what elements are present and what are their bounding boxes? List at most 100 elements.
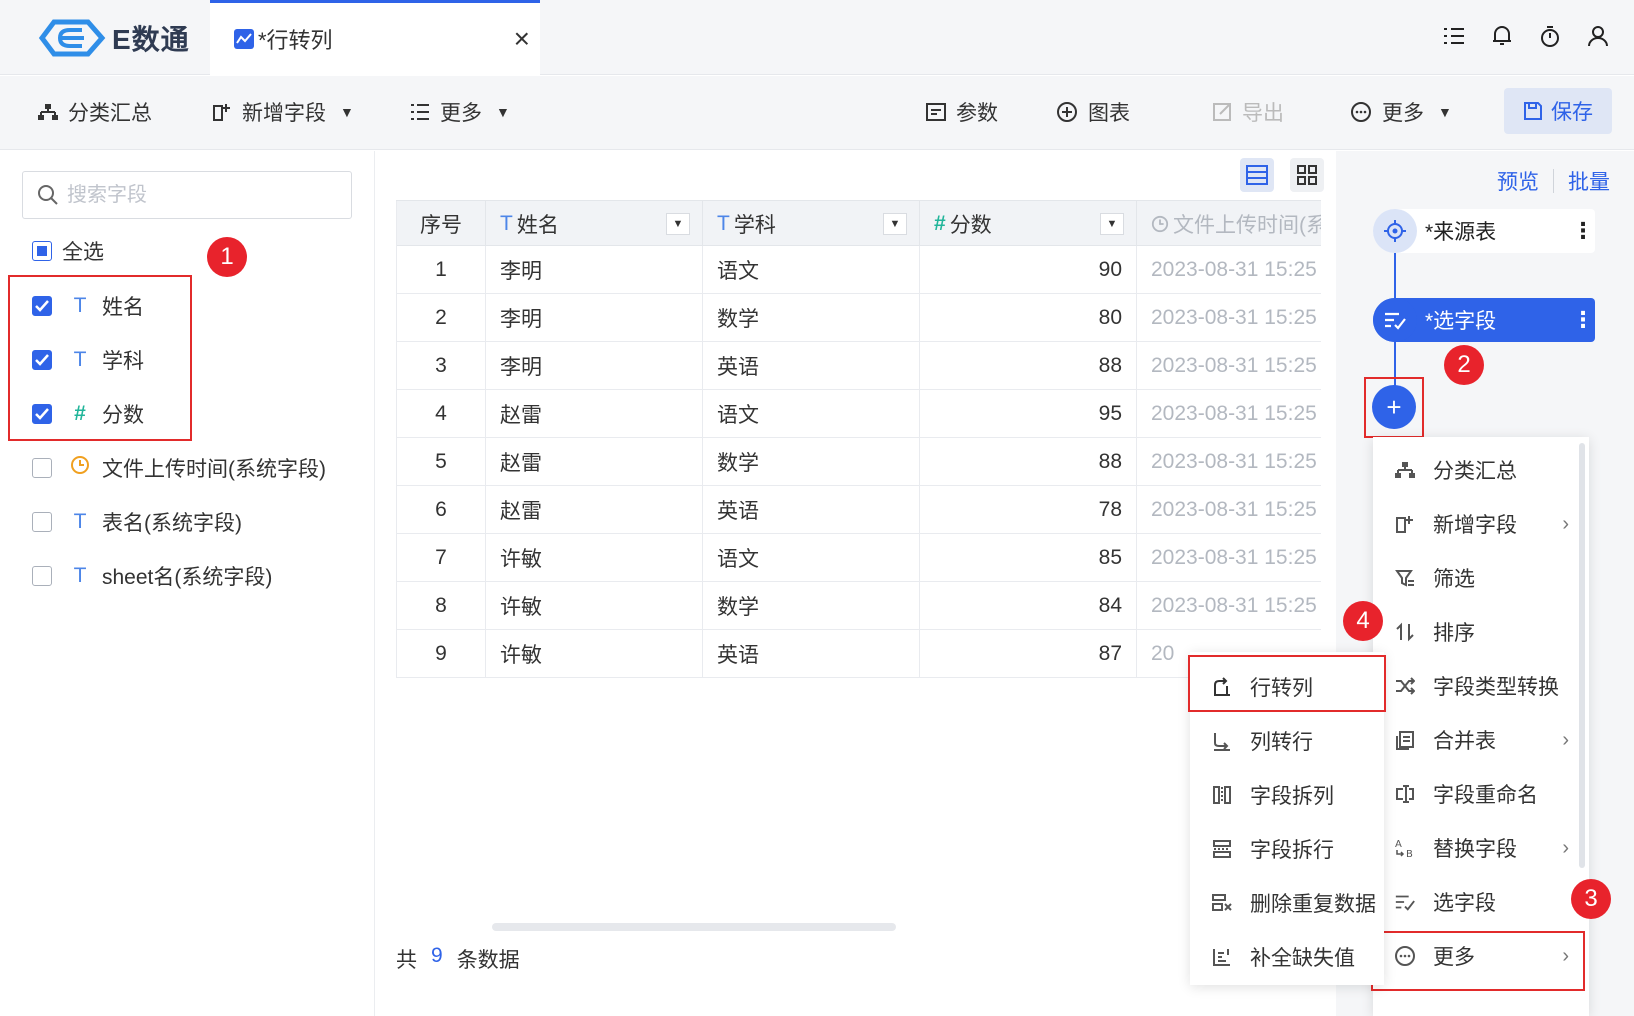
select-all-row[interactable]: 全选 xyxy=(32,235,104,267)
header-score[interactable]: # 分数 ▼ xyxy=(920,201,1137,247)
submenu-item-fill-missing[interactable]: 补全缺失值 xyxy=(1190,930,1384,984)
cell-name: 许敏 xyxy=(486,534,703,581)
header-subject[interactable]: T 学科 ▼ xyxy=(703,201,920,247)
tab-active[interactable]: *行转列 × xyxy=(210,0,540,75)
caret-down-icon: ▼ xyxy=(496,104,510,120)
search-input[interactable] xyxy=(67,183,327,207)
group-icon xyxy=(38,104,58,120)
menu-item-add-field[interactable]: 新增字段 › xyxy=(1373,497,1589,551)
select-all-checkbox[interactable] xyxy=(32,241,52,261)
horizontal-scrollbar[interactable] xyxy=(492,923,896,931)
save-button[interactable]: 保存 xyxy=(1504,88,1612,134)
field-checkbox[interactable] xyxy=(32,566,52,586)
field-search[interactable] xyxy=(22,171,352,219)
tab-close-icon[interactable]: × xyxy=(514,25,530,53)
table-header: 序号 T 姓名 ▼ T 学科 ▼ # 分数 ▼ 文件上传时间(系 xyxy=(396,200,1321,247)
menu-item-label: 替换字段 xyxy=(1433,838,1517,861)
submenu-item-split-col[interactable]: 字段拆列 xyxy=(1190,768,1384,822)
table-view-toggle[interactable] xyxy=(1240,158,1274,192)
table-row[interactable]: 4 赵雷 语文 95 2023-08-31 15:25 xyxy=(396,390,1321,438)
cell-score: 88 xyxy=(920,438,1137,485)
cell-time: 2023-08-31 15:25 xyxy=(1151,401,1317,425)
group-summary-button[interactable]: 分类汇总 xyxy=(38,90,152,134)
cell-score: 90 xyxy=(920,246,1137,293)
field-checkbox[interactable] xyxy=(32,512,52,532)
chevron-right-icon: › xyxy=(1562,836,1569,859)
field-item[interactable]: T sheet名(系统字段) xyxy=(32,560,272,592)
table-row[interactable]: 3 李明 英语 88 2023-08-31 15:25 xyxy=(396,342,1321,390)
export-button[interactable]: 导出 xyxy=(1212,90,1284,134)
col-to-row-icon xyxy=(1208,727,1236,755)
bell-icon[interactable] xyxy=(1490,22,1514,50)
cell-score: 87 xyxy=(920,630,1137,677)
menu-item-filter[interactable]: 筛选 xyxy=(1373,551,1589,605)
submenu-item-split-row[interactable]: 字段拆行 xyxy=(1190,822,1384,876)
kebab-menu-icon[interactable]: ⋮ xyxy=(1571,218,1595,244)
text-type-icon: T xyxy=(500,212,513,235)
table-row[interactable]: 1 李明 语文 90 2023-08-31 15:25 xyxy=(396,246,1321,294)
cell-name: 赵雷 xyxy=(486,438,703,485)
more-left-button[interactable]: 更多 ▼ xyxy=(410,90,510,134)
source-table-node[interactable]: *来源表 ⋮ xyxy=(1373,209,1595,253)
toolbar: 分类汇总 新增字段 ▼ 更多 ▼ 参数 图表 导出 更多 ▼ 保存 xyxy=(0,76,1634,150)
table-row[interactable]: 2 李明 数学 80 2023-08-31 15:25 xyxy=(396,294,1321,342)
kebab-menu-icon[interactable]: ⋮ xyxy=(1571,307,1595,333)
table-row[interactable]: 5 赵雷 数学 88 2023-08-31 15:25 xyxy=(396,438,1321,486)
cell-name: 赵雷 xyxy=(486,486,703,533)
menu-item-label: 选字段 xyxy=(1433,892,1496,915)
header-name-label: 姓名 xyxy=(516,214,559,237)
add-field-button[interactable]: 新增字段 ▼ xyxy=(212,90,354,134)
more-right-button[interactable]: 更多 ▼ xyxy=(1350,90,1452,134)
header-time[interactable]: 文件上传时间(系 xyxy=(1137,201,1321,247)
convert-icon xyxy=(1391,672,1419,700)
chart-tab-icon xyxy=(234,29,254,49)
menu-item-label: 新增字段 xyxy=(1433,514,1517,537)
menu-item-label: 合并表 xyxy=(1433,730,1496,753)
menu-item-select-field[interactable]: 选字段 xyxy=(1373,875,1589,929)
params-button[interactable]: 参数 xyxy=(926,90,998,134)
field-item[interactable]: 文件上传时间(系统字段) xyxy=(32,452,326,484)
field-item[interactable]: T 表名(系统字段) xyxy=(32,506,242,538)
clock-icon xyxy=(1151,215,1169,233)
menu-item-type-convert[interactable]: 字段类型转换 xyxy=(1373,659,1589,713)
grid-view-toggle[interactable] xyxy=(1290,158,1324,192)
submenu-item-dedupe[interactable]: 删除重复数据 xyxy=(1190,876,1384,930)
table-row[interactable]: 9 许敏 英语 87 20 xyxy=(396,630,1321,678)
column-dropdown-icon[interactable]: ▼ xyxy=(883,213,907,235)
field-name: sheet名(系统字段) xyxy=(102,566,273,589)
menu-item-group-summary[interactable]: 分类汇总 xyxy=(1373,443,1589,497)
preview-link[interactable]: 预览 xyxy=(1497,166,1539,196)
batch-link[interactable]: 批量 xyxy=(1568,166,1610,196)
table-row[interactable]: 6 赵雷 英语 78 2023-08-31 15:25 xyxy=(396,486,1321,534)
menu-item-rename[interactable]: 字段重命名 xyxy=(1373,767,1589,821)
cell-name: 许敏 xyxy=(486,630,703,677)
highlight-box-plus xyxy=(1364,377,1424,438)
menu-item-replace[interactable]: AB 替换字段 › xyxy=(1373,821,1589,875)
submenu-item-col-to-row[interactable]: 列转行 xyxy=(1190,714,1384,768)
table-row[interactable]: 7 许敏 语文 85 2023-08-31 15:25 xyxy=(396,534,1321,582)
menu-item-merge[interactable]: 合并表 › xyxy=(1373,713,1589,767)
menu-item-sort[interactable]: 排序 xyxy=(1373,605,1589,659)
annotation-badge-3: 3 xyxy=(1571,879,1611,919)
cell-subject: 数学 xyxy=(703,294,920,341)
menu-item-label: 筛选 xyxy=(1433,568,1475,591)
svg-text:B: B xyxy=(1406,849,1413,859)
cell-time: 2023-08-31 15:25 xyxy=(1151,257,1317,281)
field-checkbox[interactable] xyxy=(32,458,52,478)
table-row[interactable]: 8 许敏 数学 84 2023-08-31 15:25 xyxy=(396,582,1321,630)
timer-icon[interactable] xyxy=(1538,22,1562,50)
header-subject-label: 学科 xyxy=(733,214,776,237)
column-dropdown-icon[interactable]: ▼ xyxy=(666,213,690,235)
text-type-icon: T xyxy=(73,564,87,587)
cell-subject: 语文 xyxy=(703,246,920,293)
column-dropdown-icon[interactable]: ▼ xyxy=(1100,213,1124,235)
user-icon[interactable] xyxy=(1586,22,1610,50)
divider xyxy=(1553,169,1554,193)
task-list-icon[interactable] xyxy=(1442,22,1466,50)
filter-icon xyxy=(1391,564,1419,592)
select-field-node[interactable]: *选字段 ⋮ xyxy=(1373,298,1595,342)
chart-button[interactable]: 图表 xyxy=(1056,90,1130,134)
cell-time: 2023-08-31 15:25 xyxy=(1151,449,1317,473)
replace-icon: AB xyxy=(1391,834,1419,862)
header-name[interactable]: T 姓名 ▼ xyxy=(486,201,703,247)
